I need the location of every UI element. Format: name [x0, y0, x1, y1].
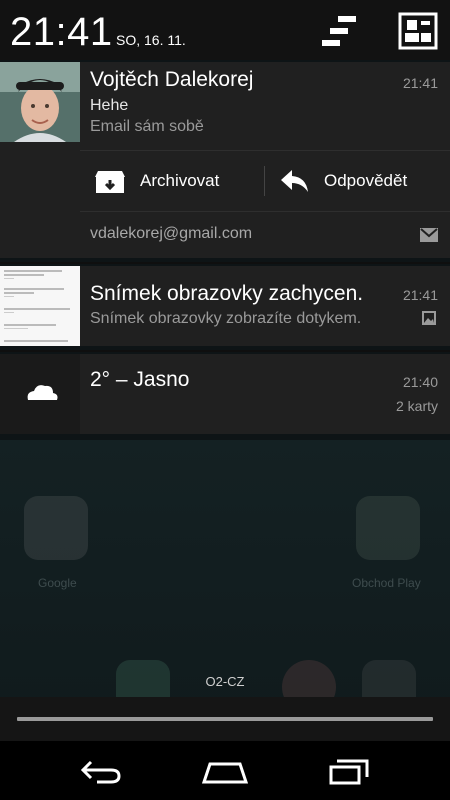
- home-icon[interactable]: [195, 753, 255, 789]
- quick-settings-icon[interactable]: [320, 12, 360, 50]
- image-icon: [422, 311, 436, 325]
- gmail-icon: [420, 228, 438, 242]
- user-settings-icon[interactable]: [398, 12, 438, 50]
- reply-icon: [281, 170, 308, 192]
- weather-notification[interactable]: 2° – Jasno 21:40 2 karty: [0, 354, 450, 434]
- screenshot-thumbnail: [0, 266, 80, 346]
- notification-divider: [0, 262, 450, 264]
- gmail-notification[interactable]: Vojtěch Dalekorej 21:41 Hehe Email sám s…: [0, 62, 450, 258]
- archive-label: Archivovat: [140, 171, 220, 190]
- notification-title: 2° – Jasno: [90, 368, 190, 391]
- account-email: vdalekorej@gmail.com: [90, 225, 253, 242]
- home-label-play: Obchod Play: [352, 576, 421, 590]
- clock: 21:41: [10, 10, 113, 54]
- weather-icon-box: [0, 354, 80, 434]
- cloud-icon: [27, 385, 58, 400]
- reply-button[interactable]: Odpovědět: [280, 151, 407, 211]
- back-icon[interactable]: [70, 753, 130, 789]
- account-row: vdalekorej@gmail.com: [80, 211, 450, 256]
- notification-title: Vojtěch Dalekorej: [90, 68, 254, 91]
- notification-time: 21:40: [402, 374, 438, 390]
- date: SO, 16. 11.: [116, 32, 186, 48]
- notification-text: Email sám sobě: [90, 118, 204, 135]
- notification-actions: Archivovat Odpovědět: [80, 150, 450, 211]
- notification-divider: [0, 350, 450, 352]
- notification-info: 2 karty: [395, 398, 438, 414]
- status-bar: 21:41 SO, 16. 11.: [0, 0, 450, 60]
- google-folder-icon: [24, 496, 88, 560]
- notification-time: 21:41: [402, 287, 438, 303]
- reply-label: Odpovědět: [324, 171, 408, 190]
- home-label-google: Google: [38, 576, 77, 590]
- action-divider: [264, 166, 265, 196]
- navigation-bar: [0, 741, 450, 800]
- screenshot-notification[interactable]: Snímek obrazovky zachycen. 21:41 Snímek …: [0, 266, 450, 346]
- avatar: [0, 62, 80, 142]
- play-store-icon: [356, 496, 420, 560]
- carrier-label: O2-CZ: [205, 674, 245, 689]
- archive-icon: [95, 171, 125, 193]
- notification-title: Snímek obrazovky zachycen.: [90, 282, 364, 305]
- home-screen-background: Google Obchod Play: [0, 440, 450, 740]
- notification-time: 21:41: [402, 75, 438, 91]
- archive-button[interactable]: Archivovat: [94, 151, 219, 211]
- notification-subject: Hehe: [90, 97, 129, 114]
- shade-drag-handle[interactable]: [17, 717, 433, 721]
- notification-text: Snímek obrazovky zobrazíte dotykem.: [90, 310, 362, 327]
- recents-icon[interactable]: [320, 753, 380, 789]
